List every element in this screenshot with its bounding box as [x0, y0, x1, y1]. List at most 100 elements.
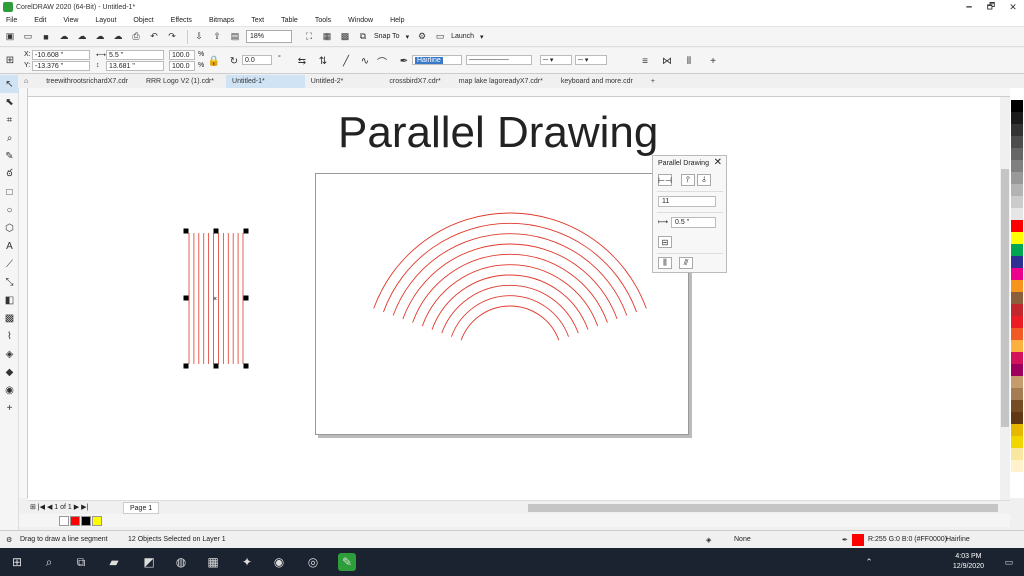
menu-edit[interactable]: Edit [34, 17, 46, 24]
end-arrowhead-select[interactable]: ─ ▾ [575, 55, 607, 65]
notification-icon[interactable]: ▭ [1000, 553, 1018, 571]
chrome-icon[interactable]: ◎ [304, 553, 322, 571]
scale-width-field[interactable]: 100.0 [169, 50, 195, 60]
palette-swatch[interactable] [1011, 148, 1023, 160]
y-position-field[interactable]: -13.376 " [32, 61, 90, 71]
new-document-icon[interactable]: ▣ [3, 30, 17, 44]
zoom-tool-icon[interactable]: ⌕ [0, 129, 19, 147]
app-icon[interactable]: ◍ [172, 553, 190, 571]
palette-swatch[interactable] [1011, 316, 1023, 328]
scale-height-field[interactable]: 100.0 [169, 61, 195, 71]
page-controls[interactable]: ⊞ |◀ ◀ 1 of 1 ▶ ▶| [30, 503, 88, 511]
palette-swatch[interactable] [1011, 340, 1023, 352]
page-tab[interactable]: Page 1 [123, 502, 160, 514]
vertical-scrollbar[interactable] [1000, 97, 1010, 500]
menu-file[interactable]: File [6, 17, 17, 24]
tab-document[interactable]: treewithrootsrichardX7.cdr [40, 75, 140, 88]
parallel-snap-icon[interactable]: ⫻ [679, 257, 693, 269]
cloud-share-icon[interactable]: ☁ [111, 30, 125, 44]
mirror-vertical-icon[interactable]: ⇅ [316, 54, 330, 68]
palette-swatch[interactable] [1011, 424, 1023, 436]
file-explorer-icon[interactable]: ▰ [105, 553, 123, 571]
redo-icon[interactable]: ↷ [165, 30, 179, 44]
restore-button[interactable]: 🗗 [980, 0, 1002, 14]
cloud-upload-icon[interactable]: ☁ [93, 30, 107, 44]
bezier-mode-icon[interactable]: ∿ [358, 54, 372, 68]
fill-icon[interactable]: ◈ [706, 536, 711, 544]
tab-document[interactable]: crossbirdX7.cdr* [383, 75, 452, 88]
horizontal-scrollbar[interactable] [528, 504, 998, 512]
horizontal-ruler[interactable] [28, 88, 1010, 97]
document-palette-swatch[interactable] [81, 515, 91, 526]
transparency-tool-icon[interactable]: ▩ [0, 309, 19, 327]
coreldraw-taskbar-icon[interactable]: ✎ [338, 553, 356, 571]
tab-document[interactable]: Untitled-2* [305, 75, 384, 88]
parallel-align-icon[interactable]: ⫼ [658, 257, 672, 269]
tab-document[interactable]: map lake lagoreadyX7.cdr* [453, 75, 555, 88]
palette-swatch[interactable] [1011, 436, 1023, 448]
palette-swatch[interactable] [1011, 100, 1023, 112]
text-tool-icon[interactable]: A [0, 237, 19, 255]
line-count-field[interactable]: 11 [658, 196, 716, 207]
connector-tool-icon[interactable]: ⤡ [0, 273, 19, 291]
line-style-select[interactable]: ──────── [466, 55, 532, 65]
palette-swatch[interactable] [1011, 400, 1023, 412]
parallel-left-icon[interactable]: ⫯ [681, 174, 695, 186]
menu-layout[interactable]: Layout [95, 17, 116, 24]
snap-to-dropdown[interactable]: Snap To [374, 33, 400, 40]
palette-swatch[interactable] [1011, 388, 1023, 400]
drop-shadow-icon[interactable]: ◧ [0, 291, 19, 309]
pick-tool-icon[interactable]: ↖ [0, 75, 19, 93]
mirror-horizontal-icon[interactable]: ⇆ [295, 54, 309, 68]
add-tool-icon[interactable]: + [0, 399, 19, 417]
shape-tool-icon[interactable]: ⬉ [0, 93, 19, 111]
save-icon[interactable]: ■ [39, 30, 53, 44]
palette-swatch[interactable] [1011, 172, 1023, 184]
show-grid-icon[interactable]: ▩ [338, 30, 352, 44]
palette-swatch[interactable] [1011, 112, 1023, 124]
palette-swatch[interactable] [1011, 220, 1023, 232]
document-palette-swatch[interactable] [92, 515, 102, 526]
show-rulers-icon[interactable]: ▦ [320, 30, 334, 44]
polygon-tool-icon[interactable]: ⬡ [0, 219, 19, 237]
tab-home-icon[interactable]: ⌂ [18, 75, 40, 88]
tab-document[interactable]: RRR Logo V2 (1).cdr* [140, 75, 226, 88]
palette-swatch[interactable] [1011, 292, 1023, 304]
artistic-media-icon[interactable]: ఠ [0, 165, 19, 183]
smart-fill-icon[interactable]: ◆ [0, 363, 19, 381]
palette-swatch[interactable] [1011, 124, 1023, 136]
palette-swatch[interactable] [1011, 304, 1023, 316]
add-icon[interactable]: + [706, 54, 720, 68]
app-icon[interactable]: ▦ [204, 553, 222, 571]
parallel-right-icon[interactable]: ⫰ [697, 174, 711, 186]
document-palette-swatch[interactable] [59, 515, 69, 526]
pick-distance-icon[interactable]: ⊟ [658, 236, 672, 248]
curve-mode-icon[interactable]: ⌒ [375, 54, 389, 69]
break-apart-icon[interactable]: ⋈ [660, 54, 674, 68]
palette-swatch[interactable] [1011, 244, 1023, 256]
zoom-level-select[interactable]: 18% [246, 30, 292, 43]
palette-swatch[interactable] [1011, 184, 1023, 196]
menu-bitmaps[interactable]: Bitmaps [209, 17, 234, 24]
options-gear-icon[interactable]: ⚙ [415, 30, 429, 44]
x-position-field[interactable]: -10.608 " [32, 50, 90, 60]
app-icon[interactable]: ◩ [140, 553, 158, 571]
palette-swatch[interactable] [1011, 448, 1023, 460]
palette-swatch[interactable] [1011, 208, 1023, 220]
height-field[interactable]: 13.681 " [106, 61, 164, 71]
palette-swatch[interactable] [1011, 376, 1023, 388]
docker-close-icon[interactable]: ✕ [714, 157, 722, 168]
interactive-fill-icon[interactable]: ◈ [0, 345, 19, 363]
new-tab-plus-icon[interactable]: + [645, 75, 667, 88]
start-arrowhead-select[interactable]: ─ ▾ [540, 55, 572, 65]
export-pdf-icon[interactable]: ▤ [228, 30, 242, 44]
eyedropper-tool-icon[interactable]: ⌇ [0, 327, 19, 345]
chevron-down-icon[interactable]: ▾ [480, 33, 484, 41]
rotate-icon[interactable]: ↻ [227, 54, 241, 68]
crop-tool-icon[interactable]: ⌗ [0, 111, 19, 129]
rectangle-tool-icon[interactable]: □ [0, 183, 19, 201]
launch-icon[interactable]: ▭ [433, 30, 447, 44]
app-icon[interactable]: ✦ [238, 553, 256, 571]
menu-table[interactable]: Table [281, 17, 298, 24]
palette-swatch[interactable] [1011, 268, 1023, 280]
